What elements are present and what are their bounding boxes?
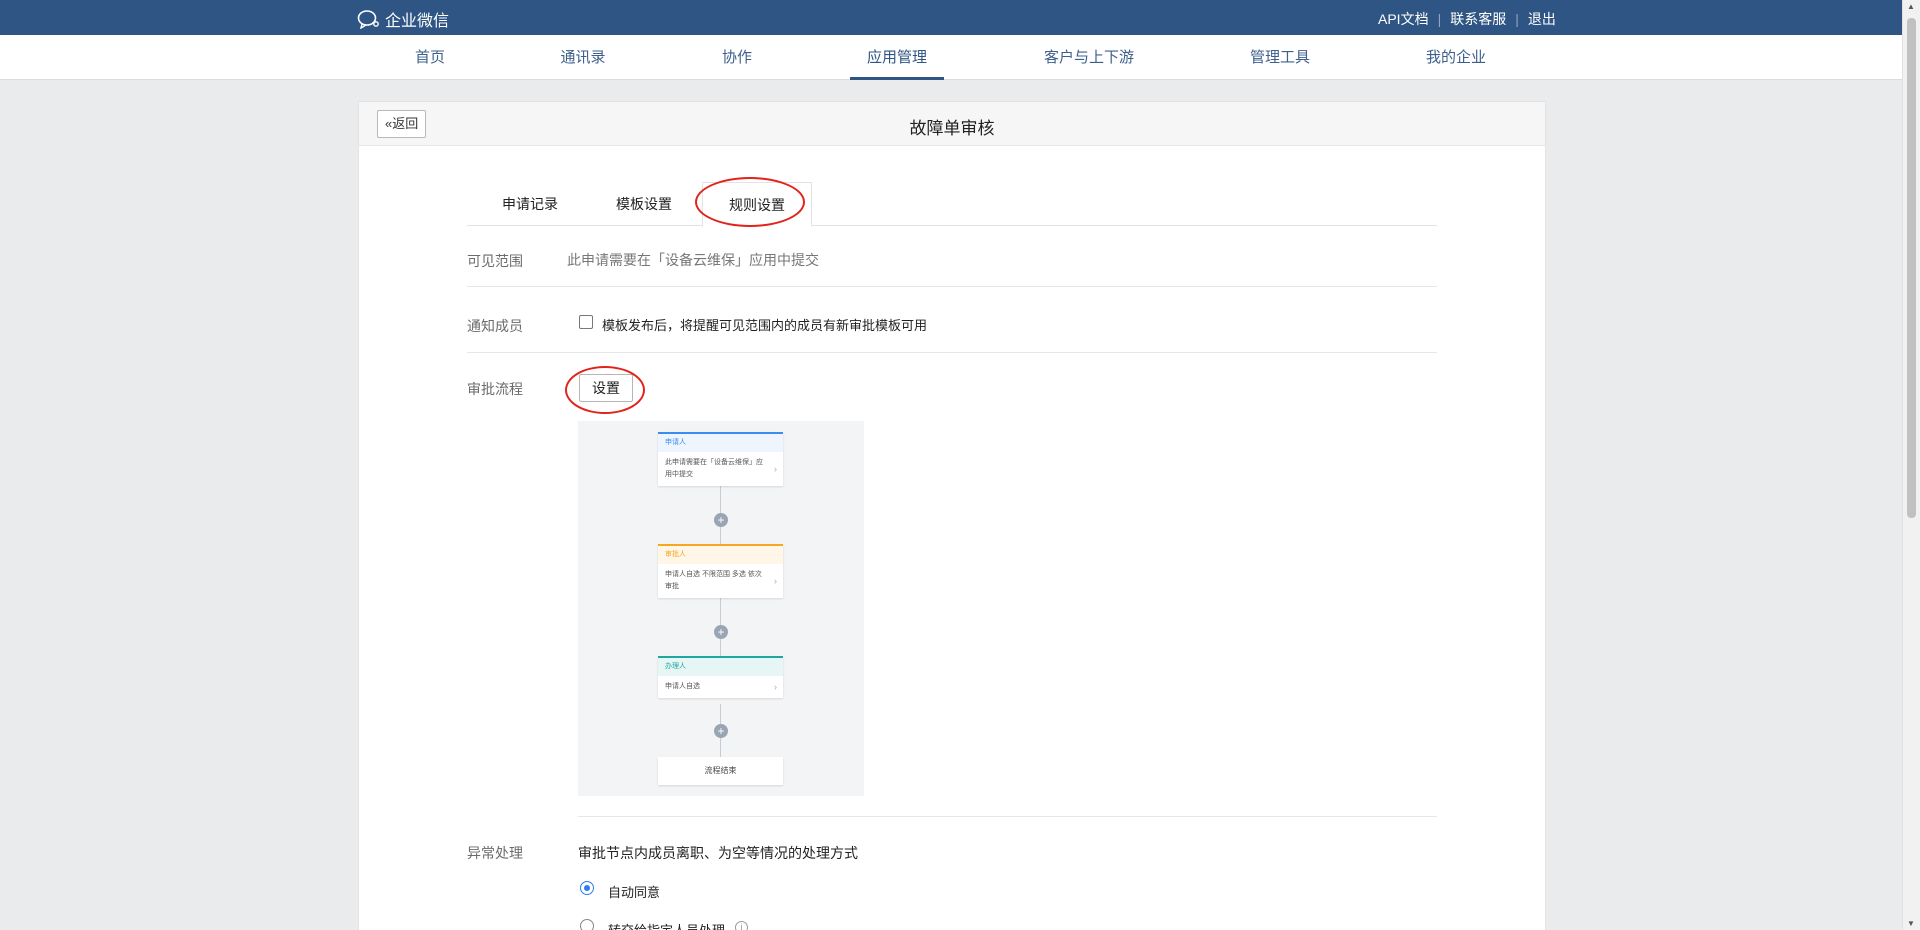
flow-node-header: 办理人 <box>658 658 783 676</box>
scrollbar-thumb[interactable] <box>1907 18 1916 518</box>
flow-connector <box>720 704 721 724</box>
flow-node-body: 申请人自选 › <box>658 676 783 698</box>
exception-description: 审批节点内成员离职、为空等情况的处理方式 <box>578 845 858 861</box>
logo[interactable]: 企业微信 <box>357 7 449 31</box>
flow-connector <box>720 738 721 757</box>
nav-item-home[interactable]: 首页 <box>400 35 460 80</box>
flow-node-handler[interactable]: 办理人 申请人自选 › <box>658 656 783 698</box>
flow-settings-button[interactable]: 设置 <box>579 374 633 402</box>
divider <box>467 286 1437 287</box>
visibility-hint: 此申请需要在「设备云维保」应用中提交 <box>567 252 819 268</box>
add-node-icon[interactable]: + <box>714 513 728 527</box>
flow-node-approver[interactable]: 审批人 申请人自选 不限范围 多选 依次审批 › <box>658 544 783 598</box>
flow-node-applicant[interactable]: 申请人 此申请需要在「设备云维保」应用中提交 › <box>658 432 783 486</box>
nav-item-app-management[interactable]: 应用管理 <box>850 35 944 80</box>
add-node-icon[interactable]: + <box>714 724 728 738</box>
tab-application-records[interactable]: 申请记录 <box>475 182 585 226</box>
flow-node-header: 申请人 <box>658 434 783 452</box>
tab-template-settings[interactable]: 模板设置 <box>589 182 699 226</box>
radio-transfer[interactable] <box>580 919 594 930</box>
notify-label: 通知成员 <box>467 318 523 334</box>
divider <box>578 816 1437 817</box>
tab-bar: 申请记录 模板设置 规则设置 <box>467 182 1437 227</box>
info-icon[interactable]: i <box>735 921 748 930</box>
radio-label-auto-approve: 自动同意 <box>608 885 661 900</box>
chevron-right-icon: › <box>774 682 777 692</box>
nav-item-contacts[interactable]: 通讯录 <box>553 35 613 80</box>
flow-node-header: 审批人 <box>658 546 783 564</box>
radio-label-transfer: 转交给指定人员处理 <box>608 920 725 930</box>
nav-item-customers[interactable]: 客户与上下游 <box>1035 35 1143 80</box>
top-links: API文档 | 联系客服 | 退出 <box>1378 9 1556 29</box>
notify-checkbox[interactable] <box>579 315 593 329</box>
top-bar: 企业微信 API文档 | 联系客服 | 退出 <box>0 0 1902 35</box>
logout-link[interactable]: 退出 <box>1528 9 1556 29</box>
wecom-logo-icon <box>357 10 379 29</box>
radio-auto-approve[interactable] <box>580 881 594 895</box>
main-nav: 首页 通讯录 协作 应用管理 客户与上下游 管理工具 我的企业 <box>0 35 1902 80</box>
nav-item-admin-tools[interactable]: 管理工具 <box>1240 35 1320 80</box>
content-card: «返回 故障单审核 申请记录 模板设置 规则设置 可见范围 此申请需要在「设备云… <box>358 101 1546 930</box>
chevron-right-icon: › <box>774 576 777 586</box>
flow-node-text: 申请人自选 不限范围 多选 依次审批 <box>665 571 762 590</box>
visibility-label: 可见范围 <box>467 253 523 269</box>
flow-node-text: 此申请需要在「设备云维保」应用中提交 <box>665 459 763 478</box>
scroll-up-icon[interactable]: ▲ <box>1907 2 1915 11</box>
chevron-right-icon: › <box>774 464 777 474</box>
api-docs-link[interactable]: API文档 <box>1378 9 1429 29</box>
nav-item-collaboration[interactable]: 协作 <box>707 35 767 80</box>
flow-end-node: 流程结束 <box>658 757 783 785</box>
card-header: «返回 故障单审核 <box>359 102 1545 146</box>
flow-node-body: 此申请需要在「设备云维保」应用中提交 › <box>658 452 783 486</box>
contact-support-link[interactable]: 联系客服 <box>1450 9 1506 29</box>
scroll-down-icon[interactable]: ▼ <box>1907 919 1915 928</box>
add-node-icon[interactable]: + <box>714 625 728 639</box>
notify-text: 模板发布后，将提醒可见范围内的成员有新审批模板可用 <box>602 318 928 333</box>
flow-node-body: 申请人自选 不限范围 多选 依次审批 › <box>658 564 783 598</box>
page-title: 故障单审核 <box>909 119 995 138</box>
separator: | <box>1437 11 1442 27</box>
page-scrollbar[interactable]: ▲ ▼ <box>1902 0 1920 930</box>
flow-node-text: 申请人自选 <box>665 683 700 690</box>
divider <box>467 352 1437 353</box>
exception-label: 异常处理 <box>467 845 523 861</box>
separator: | <box>1515 11 1519 27</box>
flow-label: 审批流程 <box>467 381 523 397</box>
nav-item-my-enterprise[interactable]: 我的企业 <box>1416 35 1496 80</box>
flow-preview[interactable]: 申请人 此申请需要在「设备云维保」应用中提交 › + 审批人 申请人自选 不限范围… <box>578 421 864 796</box>
logo-text: 企业微信 <box>385 13 450 30</box>
tab-rule-settings[interactable]: 规则设置 <box>702 182 812 227</box>
